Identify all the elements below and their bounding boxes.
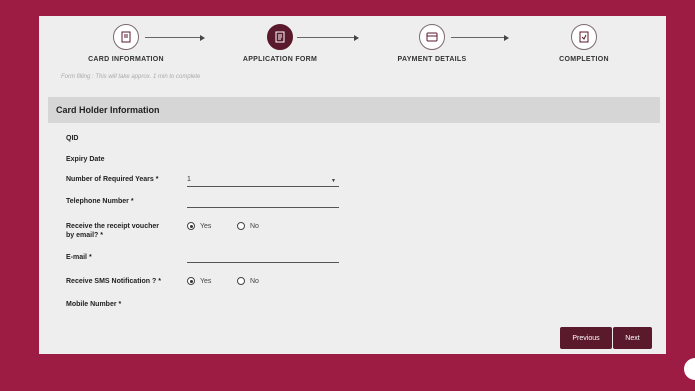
radio-unselected-icon [237,222,245,230]
step-connector [145,34,205,41]
sms-notification-label: Receive SMS Notification ? * [66,277,161,286]
radio-selected-icon [187,222,195,230]
next-button[interactable]: Next [613,327,652,349]
form-duration-hint: Form filling : This will take approx. 1 … [61,74,201,80]
step-connector [297,34,359,41]
required-mark: * [88,254,92,261]
receipt-email-yes-radio[interactable]: Yes [187,222,211,230]
step-payment-details: PAYMENT DETAILS [367,24,497,63]
document-check-icon [571,24,597,50]
receipt-email-text-line1: Receive the receipt voucher [66,223,159,230]
qid-label: QID [66,135,79,142]
required-years-text: Number of Required Years [66,176,154,183]
radio-selected-icon [187,277,195,285]
step-application-form: APPLICATION FORM [215,24,345,63]
step-completion: COMPLETION [519,24,649,63]
radio-yes-label: Yes [200,222,212,230]
step-label: APPLICATION FORM [242,56,318,63]
step-label: CARD INFORMATION [88,56,164,63]
radio-unselected-icon [237,277,245,285]
step-label: COMPLETION [559,56,609,63]
mobile-number-text: Mobile Number [66,301,117,308]
sms-notification-text: Receive SMS Notification ? [66,278,157,285]
required-mark: * [100,232,103,239]
telephone-input[interactable] [187,197,339,208]
step-connector [451,34,509,41]
sms-no-radio[interactable]: No [237,277,259,285]
required-mark: * [155,176,159,183]
required-years-label: Number of Required Years * [66,175,158,184]
payment-icon [419,24,445,50]
email-label: E-mail * [66,253,92,262]
document-icon [113,24,139,50]
receipt-email-text-line2: by email? [66,232,99,239]
telephone-label: Telephone Number * [66,197,134,206]
required-years-value: 1 [187,176,191,183]
form-icon [267,24,293,50]
radio-no-label: No [250,277,259,285]
step-label: PAYMENT DETAILS [397,56,467,63]
radio-yes-label: Yes [200,277,212,285]
receipt-email-label: Receive the receipt voucher by email? * [66,222,159,240]
step-card-information: CARD INFORMATION [61,24,191,63]
chevron-down-icon: ▼ [331,178,336,184]
required-mark: * [118,301,122,308]
required-years-select[interactable]: 1 ▼ [187,176,339,187]
previous-button[interactable]: Previous [560,327,612,349]
email-text: E-mail [66,254,88,261]
corner-decoration [684,358,695,380]
section-title: Card Holder Information [56,105,160,115]
telephone-text: Telephone Number [66,198,129,205]
sms-yes-radio[interactable]: Yes [187,277,211,285]
application-panel: CARD INFORMATION APPLICATION FORM PAYMEN… [39,16,666,354]
required-mark: * [158,278,161,285]
section-header: Card Holder Information [48,97,660,123]
email-input[interactable] [187,252,339,263]
required-mark: * [130,198,134,205]
expiry-date-label: Expiry Date [66,156,105,163]
radio-no-label: No [250,222,259,230]
receipt-email-no-radio[interactable]: No [237,222,259,230]
mobile-number-label: Mobile Number * [66,300,121,309]
